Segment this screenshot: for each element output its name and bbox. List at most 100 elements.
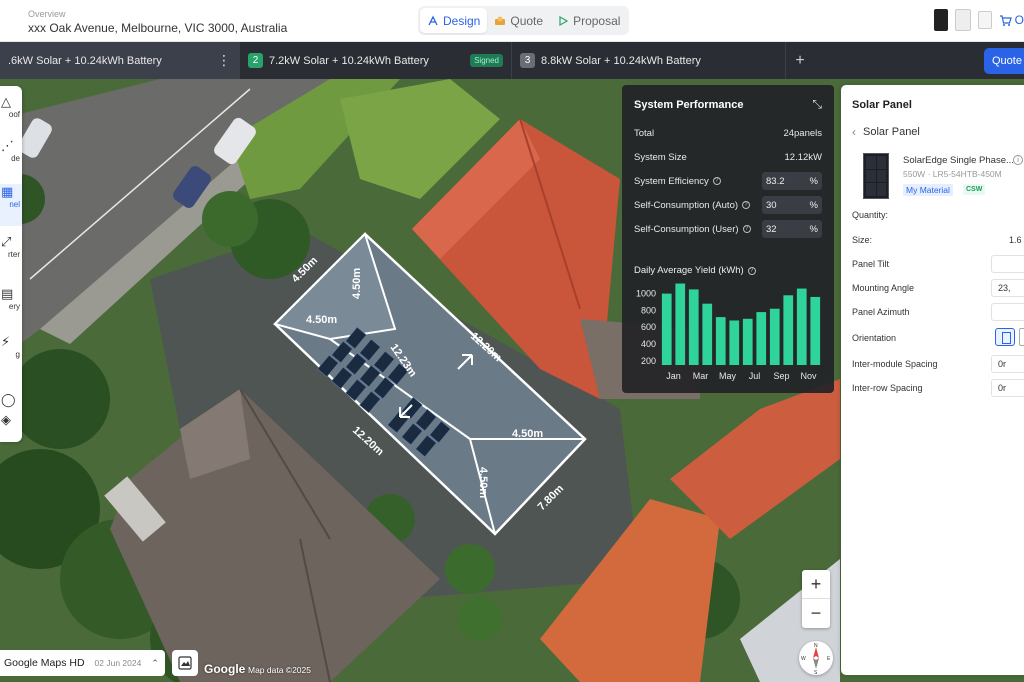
tool-obstacle[interactable]: ◯ (0, 392, 22, 408)
map-layer-select[interactable]: Google Maps HD 02 Jun 2024 ⌃ (0, 650, 165, 676)
design-tab-2[interactable]: 2 7.2kW Solar + 10.24kWh Battery Signed (240, 42, 512, 79)
help-icon[interactable]: ? (742, 225, 751, 233)
yield-bar-may[interactable] (715, 317, 726, 365)
tool-roof[interactable]: △ oof (0, 94, 22, 119)
tool-node[interactable]: ⋰ de (0, 138, 22, 163)
x-tick-label: Sep (773, 371, 789, 381)
product-spec: 550W · LR5-54HTB-450M (903, 169, 1002, 179)
performance-title: System Performance (634, 99, 744, 111)
row-value: 24panels (783, 127, 822, 139)
info-icon[interactable]: i (1013, 155, 1023, 165)
tool-label: rter (8, 250, 20, 259)
product-name[interactable]: SolarEdge Single Phase... (903, 155, 1013, 166)
left-toolbar: △ oof ⋰ de ▦ nel ⤢ rter ▤ ery ⚡ g ◯ ◈ (0, 86, 22, 442)
help-icon[interactable]: ? (712, 177, 721, 185)
efficiency-input[interactable]: 83.2% (762, 172, 822, 190)
collapse-icon[interactable]: ⤡ (812, 97, 822, 112)
panel-azimuth-input[interactable] (991, 303, 1024, 321)
more-options-icon[interactable]: ⋮ (217, 52, 231, 69)
cart-label: O (1014, 13, 1024, 27)
design-tab-1[interactable]: .6kW Solar + 10.24kWh Battery ⋮ (0, 42, 240, 79)
top-right-actions: O (933, 9, 1024, 31)
row-label: System Size (634, 151, 687, 163)
label-text: System Efficiency (634, 175, 709, 187)
tool-battery[interactable]: ▤ ery (0, 286, 22, 311)
proposal-icon (559, 15, 569, 26)
tab-number: 2 (248, 53, 263, 68)
input-value: 30 (766, 199, 777, 211)
breadcrumb[interactable]: Overview (28, 9, 66, 19)
yield-bar-feb[interactable] (675, 283, 686, 365)
yield-bar-oct[interactable] (783, 295, 794, 365)
tool-panel[interactable]: ▦ nel (0, 184, 22, 226)
x-tick-label: Jul (749, 371, 761, 381)
compass[interactable]: N S W E (799, 641, 833, 676)
mode-label: Design (443, 13, 481, 28)
tool-inverter[interactable]: ⤢ rter (0, 234, 22, 259)
battery-thumbnail[interactable] (977, 11, 992, 29)
project-address: xxx Oak Avenue, Melbourne, VIC 3000, Aus… (28, 21, 288, 35)
yield-bar-sep[interactable] (769, 308, 780, 365)
yield-bar-dec[interactable] (810, 296, 821, 365)
input-value: 32 (766, 223, 777, 235)
mounting-angle-input[interactable]: 23, (991, 279, 1024, 297)
mode-proposal-button[interactable]: Proposal (550, 8, 627, 33)
self-consumption-auto-input[interactable]: 30% (762, 196, 822, 214)
tool-label: ery (8, 302, 20, 311)
yield-bar-jun[interactable] (729, 320, 740, 365)
tool-label: nel (9, 200, 20, 209)
meter-thumbnail[interactable] (954, 9, 971, 31)
quote-button[interactable]: Quote (984, 48, 1024, 74)
measure-label: 4.50m (306, 314, 337, 326)
panel-tilt-input[interactable] (991, 255, 1024, 273)
yield-bar-jul[interactable] (742, 318, 753, 365)
yield-title-text: Daily Average Yield (kWh) (634, 265, 744, 276)
mode-design-button[interactable]: Design (420, 8, 488, 33)
label-text: Self-Consumption (User) (634, 223, 739, 235)
mode-quote-button[interactable]: Quote (487, 8, 550, 33)
inter-module-spacing-input[interactable]: 0r (991, 355, 1024, 373)
label-text: Self-Consumption (Auto) (634, 199, 739, 211)
tool-wiring[interactable]: ⚡ g (0, 334, 22, 359)
quote-icon (495, 16, 506, 25)
node-icon: ⋰ (1, 138, 14, 153)
map-attribution: Map data ©2025 (248, 665, 311, 675)
self-consumption-user-input[interactable]: 32% (762, 220, 822, 238)
measure-label: 4.50m (351, 268, 363, 299)
cart-icon (999, 14, 1012, 26)
tool-label: g (15, 350, 20, 359)
prop-size-value: 1.6 (1009, 235, 1022, 245)
yield-bar-jan[interactable] (661, 293, 672, 365)
map-layer-name: Google Maps HD (4, 657, 85, 669)
x-tick-label: Mar (693, 371, 709, 381)
row-label: Self-Consumption (Auto)? (634, 200, 762, 211)
help-icon[interactable]: ? (742, 201, 751, 209)
inter-row-spacing-input[interactable]: 0r (991, 379, 1024, 397)
obstacle-icon: ◯ (1, 392, 16, 407)
yield-chart-title: Daily Average Yield (kWh) ? (634, 265, 756, 276)
image-layer-button[interactable] (172, 650, 198, 676)
yield-bar-apr[interactable] (702, 303, 713, 365)
orientation-portrait-button[interactable] (995, 328, 1015, 346)
tool-label: de (11, 154, 20, 163)
roof-icon: △ (1, 94, 11, 109)
yield-bar-nov[interactable] (796, 288, 807, 365)
yield-bar-mar[interactable] (688, 289, 699, 365)
orientation-landscape-button[interactable] (1019, 328, 1024, 346)
zoom-out-button[interactable]: − (802, 599, 830, 628)
inverter-thumbnail[interactable] (933, 9, 948, 31)
prop-interrow-label: Inter-row Spacing (852, 383, 923, 393)
tool-layer[interactable]: ◈ (0, 412, 22, 428)
add-design-button[interactable]: + (786, 52, 814, 70)
system-performance-panel: System Performance ⤡ Total 24panels Syst… (622, 85, 834, 393)
back-button[interactable]: ‹ Solar Panel (852, 125, 920, 139)
y-tick-label: 600 (641, 322, 656, 332)
google-logo: Google (204, 662, 246, 676)
design-tab-3[interactable]: 3 8.8kW Solar + 10.24kWh Battery (512, 42, 786, 79)
cart-button[interactable]: O (999, 13, 1024, 27)
yield-bar-aug[interactable] (756, 312, 767, 365)
zoom-in-button[interactable]: + (802, 570, 830, 599)
daily-yield-chart: 200 400 600 800 1000 Jan Mar May Jul Sep Nov (636, 283, 821, 381)
svg-text:E: E (827, 656, 831, 662)
help-icon[interactable]: ? (747, 266, 756, 275)
